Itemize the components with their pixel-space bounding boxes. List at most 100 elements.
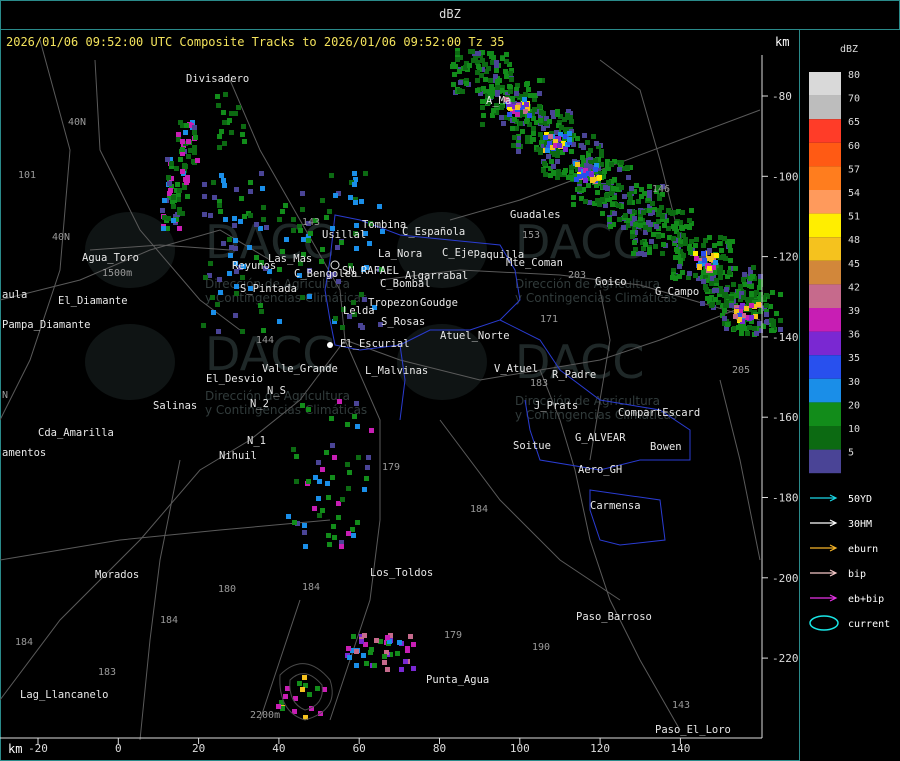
place-label: N_2 (250, 398, 269, 410)
y-tick-label: -220 (772, 652, 799, 665)
place-label: Punta_Agua (426, 674, 489, 686)
place-label: El_Escurial (340, 338, 410, 350)
svg-text:y Contingencias Climáticas: y Contingencias Climáticas (205, 403, 367, 417)
place-label: L_Malvinas (365, 365, 428, 377)
place-label: Paso_Barroso (576, 611, 652, 623)
x-tick-label: 100 (510, 742, 530, 755)
route-number: 184 (15, 637, 33, 648)
place-label: Paso_El_Loro (655, 724, 731, 736)
place-label: Valle_Grande (262, 363, 338, 375)
route-number: 143 (672, 700, 690, 711)
x-tick-label: 80 (433, 742, 446, 755)
x-tick-label: 60 (353, 742, 366, 755)
place-label: Salinas (153, 400, 197, 412)
place-label: C_Española (402, 226, 465, 238)
x-tick-label: 20 (192, 742, 205, 755)
route-number: 179 (382, 462, 400, 473)
x-tick-label: 40 (272, 742, 285, 755)
place-label: Bowen (650, 441, 682, 453)
place-label: Agua_Toro (82, 252, 139, 264)
place-label: La_Nora (378, 248, 422, 260)
place-label: aula (2, 289, 27, 301)
route-number: 183 (98, 667, 116, 678)
place-label: Divisadero (186, 73, 249, 85)
place-label: Lelda (343, 305, 375, 317)
place-label: Nihuil (219, 450, 257, 462)
place-label: Pampa_Diamante (2, 319, 91, 331)
place-label: Tombina (362, 219, 406, 231)
place-label: R_Padre (552, 369, 596, 381)
place-label: Soitue (513, 440, 551, 452)
legend-title: dBZ (840, 44, 859, 55)
place-label: Goudge (420, 297, 458, 309)
place-label: Mte_Coman (506, 257, 563, 269)
km-unit-label-top: km (775, 35, 790, 49)
route-number: 146 (652, 184, 670, 195)
route-number: 40N (52, 232, 70, 243)
place-label: SN_RAFAEL (342, 265, 399, 277)
place-label: Atuel_Norte (440, 330, 510, 342)
place-label: S_Rosas (381, 316, 425, 328)
route-number: 205 (732, 365, 750, 376)
place-label: El_Diamante (58, 295, 128, 307)
x-tick-label: 120 (590, 742, 610, 755)
route-number: 1500m (102, 268, 132, 279)
place-label: Cda_Amarilla (38, 427, 114, 439)
legend-panel (799, 29, 900, 760)
route-number: 171 (540, 314, 558, 325)
y-axis-ticks: -80 -100 -120 -140 -160 -180 -200 -220 (761, 55, 799, 738)
place-label: G_ALVEAR (575, 432, 626, 444)
place-label: El_Desvio (206, 373, 263, 385)
route-number: 179 (444, 630, 462, 641)
place-label: Guadales (510, 209, 561, 221)
place-label: Morados (95, 569, 139, 581)
route-number: 143 (302, 217, 320, 228)
km-unit-label-bottom: km (8, 742, 23, 756)
svg-text:Dirección de Agricultura: Dirección de Agricultura (515, 277, 660, 291)
place-label: Aero_GH (578, 464, 622, 476)
y-tick-label: -100 (772, 170, 799, 183)
route-number: 183 (530, 378, 548, 389)
x-tick-label: -20 (28, 742, 48, 755)
place-label: G_Campo (655, 286, 699, 298)
place-label: Los_Toldos (370, 567, 433, 579)
y-tick-label: -120 (772, 251, 799, 264)
y-tick-label: -160 (772, 411, 799, 424)
place-label: Tropezon (368, 297, 419, 309)
route-number: 40N (68, 117, 86, 128)
svg-text:y Contingencias Climáticas: y Contingencias Climáticas (515, 291, 677, 305)
route-number: 190 (532, 642, 550, 653)
x-tick-label: 140 (670, 742, 690, 755)
y-tick-label: -180 (772, 492, 799, 505)
route-number: 2200m (250, 710, 280, 721)
y-tick-label: -80 (772, 90, 792, 103)
route-number: 101 (18, 170, 36, 181)
place-label: V_Atuel (494, 363, 538, 375)
place-label: S_Pintada (240, 283, 297, 295)
route-number: 144 (256, 335, 274, 346)
y-tick-label: -200 (772, 572, 799, 585)
x-tick-label: 0 (115, 742, 122, 755)
place-label: C_Bombal (380, 278, 431, 290)
place-label: A_Ma (486, 95, 511, 107)
place-label: N_S (267, 385, 286, 397)
place-label: CompartEscard (618, 407, 700, 419)
radar-map[interactable]: DACC Dirección de Agricultura y Continge… (0, 0, 900, 761)
place-label: J_Prats (534, 400, 578, 412)
y-tick-label: -140 (772, 331, 799, 344)
route-number: 203 (568, 270, 586, 281)
x-axis-ticks: -20 0 20 40 60 80 100 120 140 (0, 737, 762, 755)
place-label: Usillal (322, 229, 366, 241)
place-label: Carmensa (590, 500, 641, 512)
composite-tracks-header: 2026/01/06 09:52:00 UTC Composite Tracks… (6, 35, 505, 49)
route-number: N (2, 390, 8, 401)
place-label: Las_Mas (268, 253, 312, 265)
route-number: 153 (522, 230, 540, 241)
place-label: C_Ejep (442, 247, 480, 259)
route-number: 180 (218, 584, 236, 595)
place-label: Goico (595, 276, 627, 288)
place-label: N_1 (247, 435, 266, 447)
place-label: Lag_Llancanelo (20, 689, 109, 701)
route-number: 184 (160, 615, 178, 626)
route-number: 184 (302, 582, 320, 593)
